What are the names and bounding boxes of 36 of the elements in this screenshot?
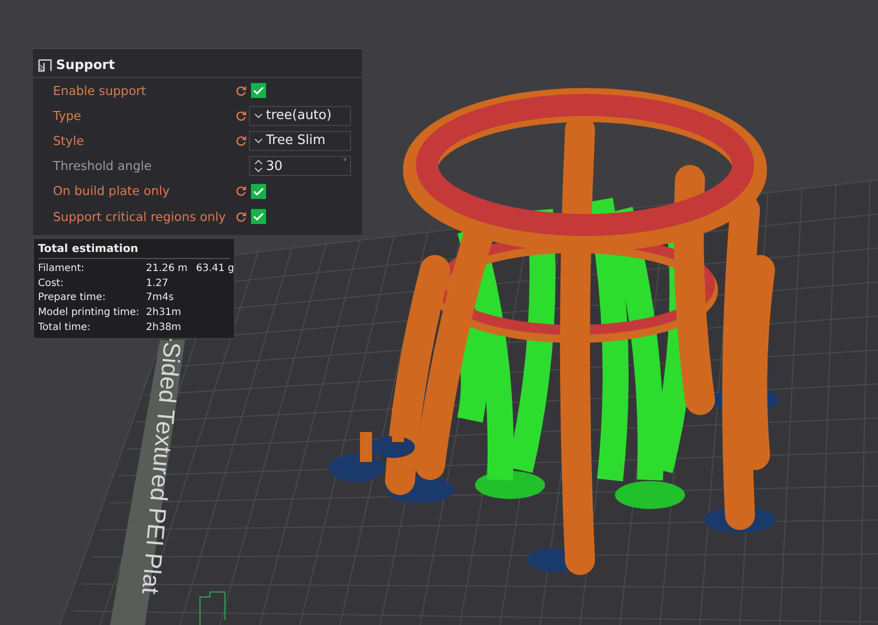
panel-title: Support — [56, 58, 115, 72]
spin-input[interactable]: 30 ° — [249, 156, 351, 176]
reset-icon[interactable] — [235, 134, 247, 147]
reset-icon[interactable] — [235, 110, 247, 122]
option-label: Support critical regions only — [53, 210, 226, 224]
chevron-down-icon — [254, 112, 263, 119]
spin-arrows-icon — [254, 159, 263, 174]
option-label: Style — [53, 134, 84, 148]
stat-value: 7m4s — [146, 292, 175, 304]
checkbox[interactable] — [251, 209, 266, 224]
dropdown[interactable]: Tree Slim — [249, 130, 351, 151]
stat-label: Filament: — [38, 262, 86, 274]
plate-label: -Sided Textured PEI Plat — [135, 332, 186, 596]
checkbox[interactable] — [251, 83, 266, 98]
reset-icon[interactable] — [235, 185, 247, 198]
stat-value: 21.26 m — [146, 262, 189, 274]
option-label: Threshold angle — [53, 159, 152, 174]
reset-icon[interactable] — [235, 84, 247, 97]
estimation-title: Total estimation — [38, 241, 230, 259]
stat-label: Prepare time: — [38, 292, 107, 304]
option-label: Enable support — [53, 84, 146, 98]
stat-label: Cost: — [38, 278, 65, 289]
stat-value: 1.27 — [146, 278, 170, 289]
stat-label: Model printing time: — [38, 307, 140, 318]
unit-label: ° — [343, 157, 347, 166]
stat-value: 63.41 g — [196, 262, 234, 274]
reset-icon[interactable] — [235, 210, 247, 223]
option-label: Type — [53, 108, 82, 123]
stat-label: Total time: — [38, 322, 92, 334]
stat-value: 2h38m — [146, 322, 182, 334]
stat-value: 2h31m — [146, 307, 182, 318]
support-icon — [37, 57, 53, 73]
dropdown[interactable]: tree(auto) — [249, 106, 351, 126]
option-label: On build plate only — [53, 184, 170, 198]
chevron-down-icon — [254, 138, 263, 144]
checkbox[interactable] — [251, 184, 266, 199]
